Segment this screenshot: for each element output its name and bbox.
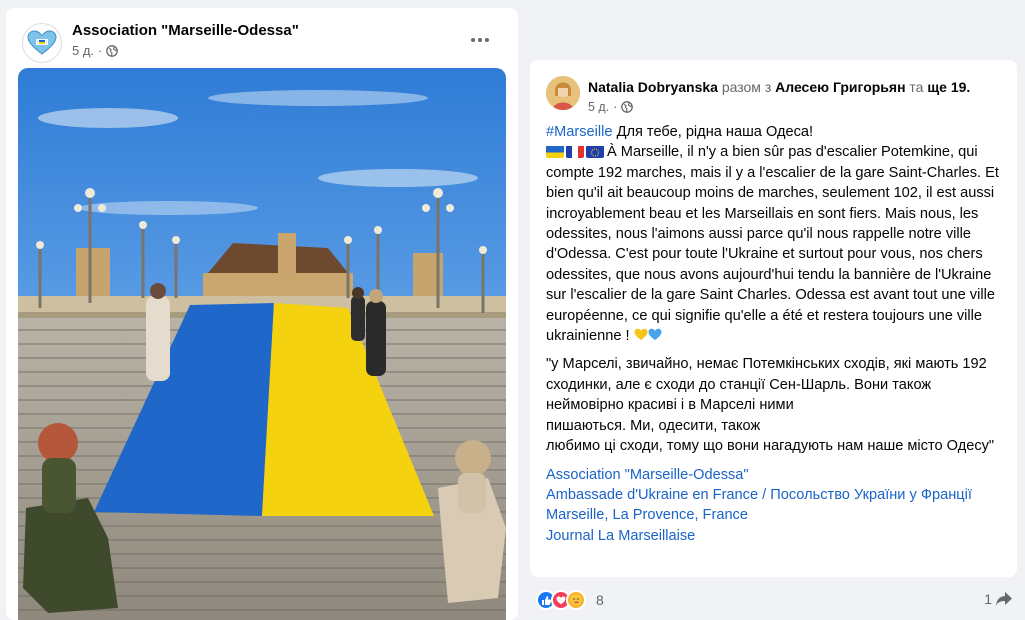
- reactions-bar: 8 1: [532, 588, 1017, 612]
- heart-logo-icon: [27, 30, 57, 55]
- ukraine-flag-icon: [546, 145, 564, 159]
- link-journal[interactable]: Journal La Marseillaise: [546, 526, 1006, 546]
- page-name[interactable]: Association "Marseille-Odessa": [72, 22, 299, 39]
- link-embassy[interactable]: Ambassade d'Ukraine en France / Посольст…: [546, 485, 1006, 505]
- post-author-line: Natalia Dobryanska разом з Алесею Григор…: [588, 79, 971, 95]
- page-avatar[interactable]: [22, 23, 62, 63]
- share-count-area[interactable]: 1: [984, 591, 1013, 607]
- french-paragraph: À Marseille, il n'y a bien sûr pas d'esc…: [546, 142, 1006, 346]
- ukrainian-quote: "у Марселі, звичайно, немає Потемкінськи…: [546, 354, 1006, 456]
- globe-icon: [621, 101, 634, 113]
- post-meta: 5 д. ·: [72, 43, 119, 58]
- post-meta: 5 д. ·: [588, 100, 634, 114]
- others-link[interactable]: ще 19: [927, 79, 966, 95]
- with-word: разом з: [721, 79, 772, 95]
- blue-heart-icon: [648, 328, 662, 341]
- reaction-count[interactable]: 8: [596, 592, 604, 608]
- eu-flag-icon: [586, 145, 604, 159]
- tagged-links: Association "Marseille-Odessa" Ambassade…: [546, 465, 1006, 547]
- greeting-text: Для тебе, рідна наша Одеса!: [612, 124, 814, 140]
- uk-line-3: любимо ці сходи, тому що вони нагадують …: [546, 438, 995, 455]
- flags-emoji: [546, 145, 604, 159]
- share-icon: [996, 592, 1012, 606]
- post-time[interactable]: 5 д.: [72, 43, 94, 58]
- post-time[interactable]: 5 д.: [588, 100, 609, 114]
- uk-line-2: пишаються. Ми, одесити, також: [546, 417, 761, 434]
- more-horizontal-icon: [471, 38, 475, 42]
- reaction-icons[interactable]: [536, 590, 586, 610]
- author-name[interactable]: Natalia Dobryanska: [588, 79, 718, 95]
- tagged-person[interactable]: Алесею Григорьян: [775, 79, 905, 95]
- link-location[interactable]: Marseille, La Provence, France: [546, 505, 1006, 525]
- post-first-line: #Marseille Для тебе, рідна наша Одеса!: [546, 122, 1006, 142]
- left-post-header: Association "Marseille-Odessa" 5 д. ·: [22, 20, 502, 70]
- uk-line-1: "у Марселі, звичайно, немає Потемкінськи…: [546, 356, 987, 414]
- france-flag-icon: [566, 145, 584, 159]
- french-text: À Marseille, il n'y a bien sûr pas d'esc…: [546, 144, 999, 345]
- and-word: та: [909, 79, 924, 95]
- link-association[interactable]: Association "Marseille-Odessa": [546, 465, 1006, 485]
- hashtag-link[interactable]: #Marseille: [546, 124, 613, 140]
- post-photo[interactable]: [18, 68, 506, 620]
- right-post-card: Natalia Dobryanska разом з Алесею Григор…: [530, 60, 1017, 577]
- left-post-card: Association "Marseille-Odessa" 5 д. ·: [6, 8, 518, 620]
- more-options-button[interactable]: [466, 30, 494, 50]
- post-body: #Marseille Для тебе, рідна наша Одеса! À…: [546, 122, 1006, 546]
- globe-icon: [106, 44, 119, 57]
- author-avatar[interactable]: [546, 76, 580, 110]
- share-count: 1: [984, 591, 992, 607]
- yellow-heart-icon: [634, 328, 648, 341]
- care-reaction-icon: [566, 590, 586, 610]
